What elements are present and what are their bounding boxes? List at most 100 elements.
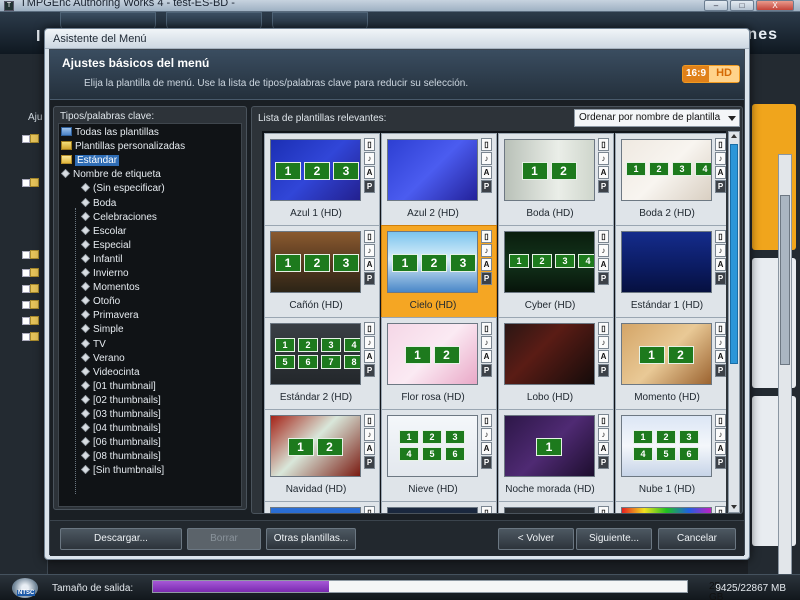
hd-label: HD bbox=[709, 66, 739, 82]
template-card[interactable]: 1 2 ▯ ♪ A P Momento (HD) bbox=[615, 317, 726, 410]
template-card[interactable]: 1 2 3 4 5 6 ▯ ♪ A P Nieve (HD) bbox=[381, 409, 497, 502]
tree-node-icon[interactable] bbox=[22, 316, 39, 325]
types-keywords-list[interactable]: Todas las plantillas Plantillas personali… bbox=[58, 123, 242, 507]
template-feature-badges: ▯♪AP bbox=[598, 414, 610, 469]
type-keyword-item[interactable]: Especial bbox=[81, 239, 131, 252]
type-keyword-item[interactable]: Infantil bbox=[81, 253, 122, 266]
template-thumbnail: 1234 bbox=[504, 231, 595, 293]
book-icon: ▯ bbox=[715, 322, 726, 335]
tag-icon bbox=[81, 268, 90, 277]
template-card[interactable]: ▯ ♪ A P Lobo (HD) bbox=[498, 317, 614, 410]
text-a-icon: A bbox=[715, 350, 726, 363]
thumbnail-number: 3 bbox=[450, 254, 476, 272]
other-templates-button[interactable]: Otras plantillas... bbox=[266, 528, 356, 550]
type-keyword-item[interactable]: Invierno bbox=[81, 267, 129, 280]
tree-node-icon[interactable] bbox=[22, 332, 39, 341]
template-feature-badges: ▯♪AP bbox=[364, 138, 376, 193]
type-keyword-item[interactable]: [03 thumbnails] bbox=[81, 408, 161, 421]
type-keyword-item[interactable]: (Sin especificar) bbox=[81, 182, 165, 195]
template-scrollbar[interactable] bbox=[728, 131, 740, 513]
scrollbar-thumb[interactable] bbox=[780, 195, 790, 365]
type-keyword-label: [01 thumbnail] bbox=[93, 380, 156, 392]
delete-button[interactable]: Borrar bbox=[187, 528, 261, 550]
type-keyword-item[interactable]: Nombre de etiqueta bbox=[61, 168, 161, 181]
next-button[interactable]: Siguiente... bbox=[576, 528, 652, 550]
type-keyword-item[interactable]: Videocinta bbox=[81, 366, 140, 379]
scroll-up-arrow[interactable] bbox=[731, 134, 737, 138]
type-keyword-item[interactable]: Boda bbox=[81, 197, 116, 210]
maximize-button[interactable]: □ bbox=[730, 0, 754, 11]
tree-node-icon[interactable] bbox=[22, 134, 39, 143]
template-card[interactable]: 1 2 3 ▯ ♪ A P Azul 1 (HD) bbox=[264, 133, 380, 226]
scrollbar-thumb[interactable] bbox=[730, 144, 738, 364]
template-card[interactable]: 1 2 3 ▯ ♪ A P Cañón (HD) bbox=[264, 225, 380, 318]
app-scrollbar[interactable] bbox=[778, 154, 792, 584]
close-window-button[interactable]: X bbox=[756, 0, 794, 11]
thumbnail-number: 4 bbox=[344, 338, 360, 352]
thumbnail-number: 1 bbox=[509, 254, 529, 268]
cancel-button[interactable]: Cancelar bbox=[658, 528, 736, 550]
type-keyword-item[interactable]: Verano bbox=[81, 352, 125, 365]
thumbnail-number: 1 bbox=[275, 162, 301, 180]
type-keyword-item[interactable]: Simple bbox=[81, 323, 124, 336]
p-icon: P bbox=[481, 456, 492, 469]
p-icon: P bbox=[715, 456, 726, 469]
type-keyword-item[interactable]: [06 thumbnails] bbox=[81, 436, 161, 449]
template-card[interactable]: 1 2 ▯ ♪ A P Boda (HD) bbox=[498, 133, 614, 226]
template-card[interactable]: ▯ ♪ A P Azul 2 (HD) bbox=[381, 133, 497, 226]
template-card[interactable]: ▯ ♪ A P Estándar 1 (HD) bbox=[615, 225, 726, 318]
type-keyword-item[interactable]: [04 thumbnails] bbox=[81, 422, 161, 435]
p-icon: P bbox=[598, 272, 609, 285]
template-card[interactable]: 1 2 3 ▯ ♪ A P Cielo (HD) bbox=[381, 225, 497, 318]
type-keyword-item[interactable]: Otoño bbox=[81, 295, 120, 308]
template-card[interactable]: ▯♪AP bbox=[264, 501, 380, 513]
type-keyword-item[interactable]: Celebraciones bbox=[81, 211, 157, 224]
type-keyword-item[interactable]: Plantillas personalizadas bbox=[61, 140, 185, 153]
p-icon: P bbox=[481, 364, 492, 377]
scroll-down-arrow[interactable] bbox=[731, 505, 737, 509]
template-card[interactable]: 1 2 3 4 5 6 ▯ ♪ A P Nube 1 (HD) bbox=[615, 409, 726, 502]
tree-node-icon[interactable] bbox=[22, 300, 39, 309]
template-thumbnail bbox=[387, 139, 478, 201]
dialog-title-bar[interactable]: Asistente del Menú bbox=[45, 29, 749, 49]
type-keyword-item[interactable]: [08 thumbnails] bbox=[81, 450, 161, 463]
template-grid[interactable]: 1 2 3 ▯ ♪ A P Azul 1 (HD) ▯ ♪ A P Azul 2 (HD) 1 2 ▯ ♪ A P B… bbox=[262, 131, 726, 513]
template-card[interactable]: 1 2 ▯ ♪ A P Navidad (HD) bbox=[264, 409, 380, 502]
back-button[interactable]: < Volver bbox=[498, 528, 574, 550]
p-icon: P bbox=[481, 272, 492, 285]
type-keyword-item[interactable]: Primavera bbox=[81, 309, 139, 322]
type-keyword-item[interactable]: [Sin thumbnails] bbox=[81, 464, 164, 477]
thumbnail-number: 5 bbox=[656, 447, 676, 461]
template-card[interactable]: 1 2 3 4 ▯ ♪ A P Cyber (HD) bbox=[498, 225, 614, 318]
template-thumbnail bbox=[621, 507, 712, 513]
type-keyword-item[interactable]: [02 thumbnails] bbox=[81, 394, 161, 407]
minimize-button[interactable]: – bbox=[704, 0, 728, 11]
template-card[interactable]: 1 2 3 4 ▯ ♪ A P Boda 2 (HD) bbox=[615, 133, 726, 226]
type-keyword-item[interactable]: Estándar bbox=[61, 154, 120, 167]
text-a-icon: A bbox=[715, 258, 726, 271]
tree-node-icon[interactable] bbox=[22, 268, 39, 277]
thumbnail-number-group: 1234 5678 bbox=[275, 338, 360, 369]
text-a-icon: A bbox=[364, 442, 375, 455]
template-card[interactable]: ▯♪AP bbox=[498, 501, 614, 513]
type-keyword-item[interactable]: Escolar bbox=[81, 225, 126, 238]
type-keyword-item[interactable]: TV bbox=[81, 338, 106, 351]
book-icon: ▯ bbox=[598, 322, 609, 335]
tag-icon bbox=[81, 409, 90, 418]
template-card[interactable]: 1 2 ▯ ♪ A P Flor rosa (HD) bbox=[381, 317, 497, 410]
template-card[interactable]: 1 ▯ ♪ A P Noche morada (HD) bbox=[498, 409, 614, 502]
type-keyword-item[interactable]: [01 thumbnail] bbox=[81, 380, 156, 393]
type-keyword-item[interactable]: Todas las plantillas bbox=[61, 126, 159, 139]
tree-node-icon[interactable] bbox=[22, 178, 39, 187]
type-keyword-item[interactable]: Momentos bbox=[81, 281, 140, 294]
sort-dropdown[interactable]: Ordenar por nombre de plantilla bbox=[574, 109, 740, 127]
template-card[interactable]: 1 2 3 4 5 6 7 8 ▯ ♪ A P Estándar 2 (HD) bbox=[264, 317, 380, 410]
download-button[interactable]: Descargar... bbox=[60, 528, 182, 550]
template-card[interactable]: ▯♪AP bbox=[615, 501, 726, 513]
tree-node-icon[interactable] bbox=[22, 250, 39, 259]
template-card[interactable]: ▯♪AP bbox=[381, 501, 497, 513]
book-icon: ▯ bbox=[598, 230, 609, 243]
music-note-icon: ♪ bbox=[598, 152, 609, 165]
tree-node-icon[interactable] bbox=[22, 284, 39, 293]
type-keyword-label: TV bbox=[93, 338, 106, 350]
